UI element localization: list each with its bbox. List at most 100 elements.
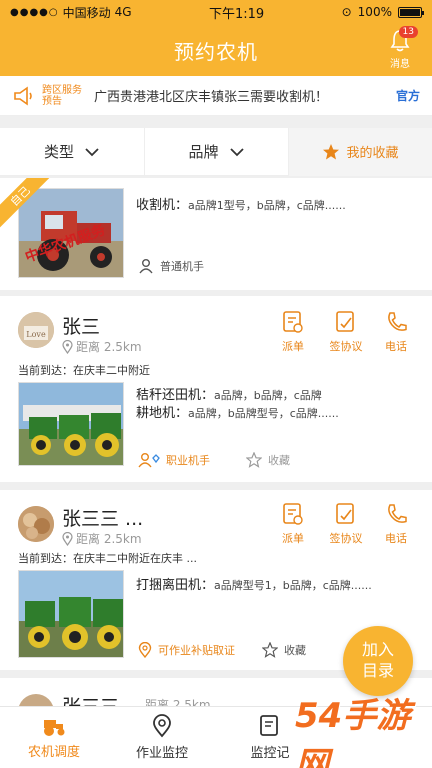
type-filter-label: 类型 [43, 143, 74, 161]
machine-type: 打捆离田机： [136, 578, 215, 593]
machine-brands: a品牌，b品牌，c品牌 [214, 389, 322, 402]
distance: 距离 2.5km [62, 338, 142, 355]
message-count-badge: 13 [398, 26, 418, 38]
my-favorites-label: 我的收藏 [346, 146, 399, 161]
distance-label: 距离 2.5km [76, 532, 142, 546]
watermark-logo: 54手游网 [295, 696, 411, 768]
machine-brands: a品牌型号1，b品牌，c品牌...... [214, 579, 372, 592]
fab-line1: 加入 [361, 640, 394, 659]
messages-button[interactable]: 13 消息 [382, 26, 418, 70]
distance: 距离 2.5km [62, 530, 142, 547]
header-bar: ●●●●○ 中国移动 4G 下午1:19 ⊙ 100% 预约农机 13 消息 [0, 0, 432, 76]
my-favorites-button[interactable]: 我的收藏 [288, 127, 432, 176]
tab-label: 作业监控 [135, 746, 188, 761]
star-outline-icon [262, 642, 278, 658]
machine-photo [18, 382, 124, 466]
location-pin-icon [62, 339, 73, 354]
operator-label: 普通机手 [160, 260, 204, 273]
brand-filter-label: 品牌 [188, 143, 219, 161]
location-pin-icon [138, 642, 152, 658]
notice-tag: 跨区服务 预告 [42, 85, 86, 107]
clock: 下午1:19 [209, 6, 265, 22]
tab-label: 农机调度 [27, 745, 80, 760]
operator-name: 张三三 ... [62, 508, 144, 530]
sign-agreement-button[interactable]: 签协议 [324, 310, 368, 354]
favorite-label: 收藏 [268, 454, 290, 467]
location-pin-icon [153, 714, 171, 738]
star-outline-icon [246, 452, 262, 468]
phone-button[interactable]: 电话 [376, 502, 416, 546]
brand-filter[interactable]: 品牌 [144, 127, 288, 176]
machine-line: 打捆离田机：a品牌型号1，b品牌，c品牌...... [136, 574, 372, 593]
machine-type: 耕地机： [136, 406, 189, 421]
self-ribbon: 自己 [0, 178, 60, 238]
dispatch-button[interactable]: 派单 [273, 502, 313, 546]
operator-tag: 职业机手 [138, 452, 210, 468]
sign-agreement-icon [336, 311, 354, 332]
fab-line2: 目录 [361, 661, 394, 680]
operator-tag: 普通机手 [138, 258, 204, 274]
notice-tag-line2: 预告 [42, 95, 62, 107]
current-location: 当前到达：在庆丰二中附近在庆丰 ... [18, 552, 197, 565]
type-filter[interactable]: 类型 [0, 128, 144, 176]
status-bar: ●●●●○ 中国移动 4G 下午1:19 ⊙ 100% [0, 0, 432, 24]
phone-icon [388, 312, 407, 331]
operator-card[interactable]: Love 张三 距离 2.5km 派单 签协议 电话 当前到达：在庆丰二中附近 … [0, 296, 432, 482]
dispatch-icon [283, 311, 303, 333]
sign-agreement-label: 签协议 [329, 532, 363, 545]
network-type: 4G [114, 5, 132, 19]
avatar: Love [18, 312, 54, 348]
machine-type: 秸秆还田机： [136, 388, 215, 403]
official-label: 官方 [395, 89, 420, 103]
add-to-catalog-button[interactable]: 加入 目录 [343, 626, 413, 696]
machine-card[interactable]: 中华农机服务 自己 收割机：a品牌1型号，b品牌，c品牌...... 普通机手 [0, 178, 432, 290]
page-title: 预约农机 [174, 39, 258, 64]
self-ribbon-label: 自己 [0, 178, 54, 230]
tractor-icon [44, 720, 65, 736]
chevron-down-icon [229, 147, 244, 156]
tab-label: 监控记 [250, 746, 290, 761]
machine-brands: a品牌1型号，b品牌，c品牌...... [188, 199, 346, 212]
megaphone-icon [14, 85, 32, 106]
sign-agreement-icon [336, 503, 354, 524]
machine-line: 耕地机：a品牌，b品牌型号，c品牌...... [136, 402, 339, 421]
machine-line: 秸秆还田机：a品牌，b品牌，c品牌 [136, 384, 322, 403]
dispatch-icon [283, 503, 303, 525]
phone-label: 电话 [385, 532, 407, 545]
chevron-down-icon [85, 147, 99, 156]
subsidy-tag: 可作业补贴取证 [138, 642, 235, 658]
machine-brands: a品牌，b品牌型号，c品牌...... [188, 407, 339, 420]
star-icon [323, 143, 340, 159]
phone-icon [388, 504, 407, 523]
avatar [18, 506, 54, 542]
sign-agreement-button[interactable]: 签协议 [324, 502, 368, 546]
favorite-button[interactable]: 收藏 [262, 642, 306, 658]
distance-label: 距离 2.5km [76, 340, 142, 354]
subsidy-label: 可作业补贴取证 [158, 644, 235, 657]
location-pin-icon [62, 531, 73, 546]
record-icon [260, 715, 278, 736]
dispatch-button[interactable]: 派单 [273, 310, 313, 354]
notice-text: 广西贵港港北区庆丰镇张三需要收割机！ [94, 90, 329, 105]
operator-name: 张三 [62, 316, 101, 338]
favorite-button[interactable]: 收藏 [246, 452, 290, 468]
notice-bar[interactable]: 跨区服务 预告 广西贵港港北区庆丰镇张三需要收割机！ 官方 [0, 76, 432, 116]
phone-button[interactable]: 电话 [376, 310, 416, 354]
filter-bar: 类型 品牌 我的收藏 [0, 127, 432, 176]
person-icon [139, 259, 153, 274]
machine-photo [18, 570, 124, 658]
sign-agreement-label: 签协议 [329, 340, 363, 353]
battery-percent: 100% [357, 5, 392, 19]
carrier: 中国移动 [62, 5, 111, 20]
operator-label: 职业机手 [166, 454, 210, 467]
dispatch-label: 派单 [282, 340, 304, 353]
orientation-lock-icon: ⊙ [341, 5, 352, 19]
machine-line: 收割机：a品牌1型号，b品牌，c品牌...... [136, 194, 346, 213]
signal-icon: ●●●●○ [10, 6, 59, 18]
tab-work-monitor[interactable]: 作业监控 [108, 707, 216, 768]
current-location: 当前到达：在庆丰二中附近 [18, 364, 150, 377]
tab-machine-dispatch[interactable]: 农机调度 [0, 707, 108, 768]
machine-type: 收割机： [136, 198, 189, 213]
dispatch-label: 派单 [282, 532, 304, 545]
phone-label: 电话 [385, 340, 407, 353]
